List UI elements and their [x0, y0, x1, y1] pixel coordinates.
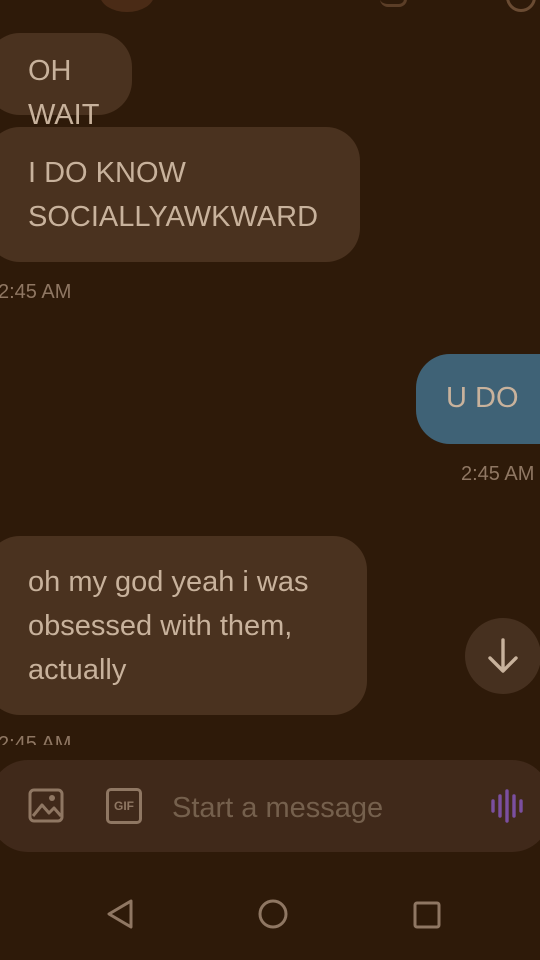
incoming-message-bubble[interactable]: oh my god yeah i was obsessed with them,…: [0, 536, 367, 715]
scroll-to-bottom-button[interactable]: [465, 618, 540, 694]
message-input[interactable]: [170, 786, 474, 830]
incoming-message-bubble[interactable]: I DO KNOW SOCIALLYAWKWARD: [0, 127, 360, 262]
gif-icon[interactable]: GIF: [106, 788, 142, 824]
message-text-line: SOCIALLYAWKWARD: [28, 201, 319, 233]
incoming-message-bubble[interactable]: OH WAIT: [0, 33, 132, 131]
message-timestamp: 2:45 AM: [0, 733, 72, 745]
message-text-line: actually: [28, 654, 127, 686]
recents-square-icon[interactable]: [412, 900, 442, 930]
outgoing-message-bubble[interactable]: U DO: [416, 354, 540, 444]
info-icon[interactable]: [506, 0, 536, 12]
voice-waveform-icon[interactable]: [489, 788, 525, 824]
message-text-line: oh my god yeah i was: [28, 566, 309, 598]
message-timestamp: 2:45 AM: [0, 281, 72, 303]
back-triangle-icon[interactable]: [105, 898, 135, 930]
arrow-down-icon: [488, 638, 518, 673]
gif-label: GIF: [114, 799, 134, 813]
conversation-area: OH WAIT I DO KNOW SOCIALLYAWKWARD 2:45 A…: [0, 0, 540, 745]
avatar[interactable]: [100, 0, 154, 12]
image-icon[interactable]: [28, 788, 66, 824]
home-circle-icon[interactable]: [257, 898, 289, 930]
message-text-line: I DO KNOW: [28, 157, 186, 189]
message-timestamp: 2:45 AM: [461, 463, 535, 485]
message-text: OH WAIT: [28, 55, 100, 131]
message-text: U DO: [446, 382, 519, 414]
header-title-fragment: [380, 0, 407, 7]
message-text-line: obsessed with them,: [28, 610, 293, 642]
system-navigation-bar: [0, 860, 540, 960]
